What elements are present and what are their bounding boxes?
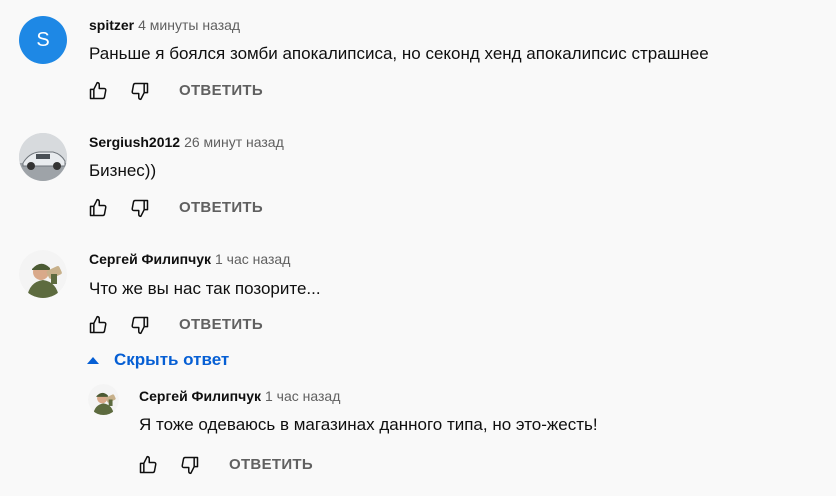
thumbs-up-icon xyxy=(89,81,107,100)
comment-actions: ОТВЕТИТЬ xyxy=(87,196,263,220)
thumbs-down-icon xyxy=(131,316,149,335)
hide-replies-label: Скрыть ответ xyxy=(114,350,230,369)
reply-button[interactable]: ОТВЕТИТЬ xyxy=(179,316,263,333)
dislike-button[interactable] xyxy=(129,197,151,219)
comment-author[interactable]: Сергей Филипчук xyxy=(139,388,261,404)
comment-text: Бизнес)) xyxy=(89,161,157,180)
like-button[interactable] xyxy=(87,314,109,336)
comment-time[interactable]: 1 час назад xyxy=(265,388,340,404)
avatar[interactable] xyxy=(88,384,119,415)
like-button[interactable] xyxy=(87,80,109,102)
reply-button[interactable]: ОТВЕТИТЬ xyxy=(179,199,263,216)
reply-button[interactable]: ОТВЕТИТЬ xyxy=(179,82,263,99)
comment-actions: ОТВЕТИТЬ xyxy=(87,79,263,103)
dislike-button[interactable] xyxy=(129,80,151,102)
thumbs-down-icon xyxy=(131,199,149,218)
caret-up-icon xyxy=(87,357,99,364)
avatar[interactable] xyxy=(19,133,67,181)
comment-text: Что же вы нас так позорите... xyxy=(89,279,321,298)
comment-time[interactable]: 1 час назад xyxy=(215,251,290,267)
comment-author[interactable]: spitzer xyxy=(89,17,134,33)
hide-replies-button[interactable]: Скрыть ответ xyxy=(86,348,229,372)
thumbs-up-icon xyxy=(139,455,157,474)
avatar-letter: S xyxy=(36,28,50,51)
comment-header: Сергей Филипчук 1 час назад xyxy=(89,250,290,268)
comment-actions: ОТВЕТИТЬ xyxy=(137,453,313,477)
thumbs-up-icon xyxy=(89,315,107,334)
soldier-photo-icon xyxy=(88,384,119,415)
thumbs-up-icon xyxy=(89,198,107,217)
car-photo-icon xyxy=(19,133,67,181)
like-button[interactable] xyxy=(137,454,159,476)
comment-header: Сергей Филипчук 1 час назад xyxy=(139,387,340,405)
dislike-button[interactable] xyxy=(129,314,151,336)
like-button[interactable] xyxy=(87,197,109,219)
dislike-button[interactable] xyxy=(179,454,201,476)
comment-header: Sergiush2012 26 минут назад xyxy=(89,133,284,151)
reply-button[interactable]: ОТВЕТИТЬ xyxy=(229,456,313,473)
comment-time[interactable]: 4 минуты назад xyxy=(138,17,240,33)
avatar[interactable]: S xyxy=(19,16,67,64)
comment-author[interactable]: Sergiush2012 xyxy=(89,134,180,150)
comment-header: spitzer 4 минуты назад xyxy=(89,16,240,34)
comment-time[interactable]: 26 минут назад xyxy=(184,134,284,150)
comment-actions: ОТВЕТИТЬ xyxy=(87,313,263,337)
avatar[interactable] xyxy=(19,250,67,298)
thumbs-down-icon xyxy=(131,82,149,101)
thumbs-down-icon xyxy=(181,456,199,475)
soldier-photo-icon xyxy=(19,250,67,298)
comment-author[interactable]: Сергей Филипчук xyxy=(89,251,211,267)
comment-text: Раньше я боялся зомби апокалипсиса, но с… xyxy=(89,44,709,63)
comment-text: Я тоже одеваюсь в магазинах данного типа… xyxy=(139,415,598,434)
